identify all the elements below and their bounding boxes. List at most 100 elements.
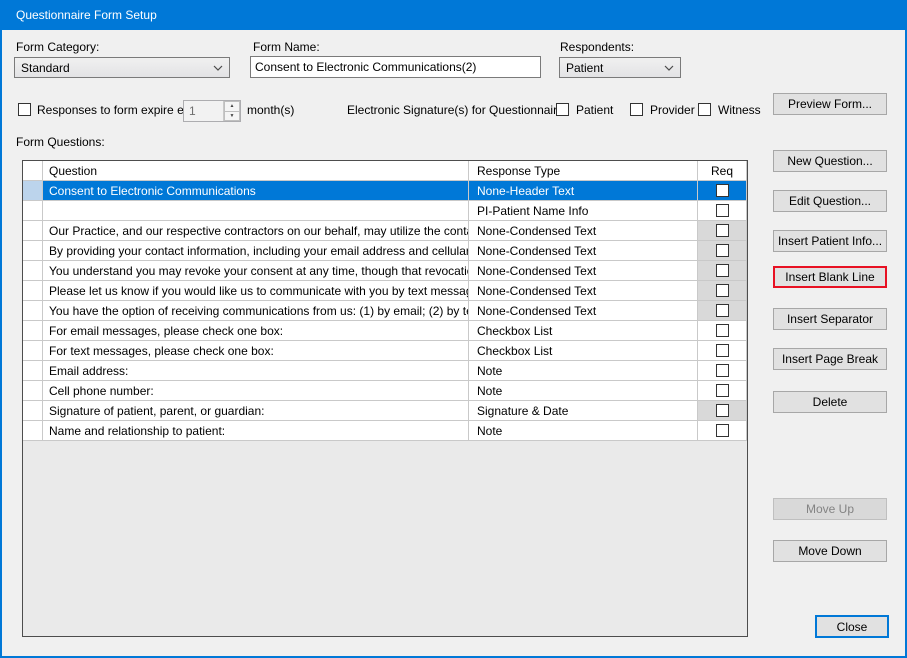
- question-row[interactable]: For text messages, please check one box:…: [23, 341, 747, 361]
- req-checkbox: [716, 224, 729, 237]
- question-cell[interactable]: Name and relationship to patient:: [43, 421, 469, 441]
- response-type-cell[interactable]: Note: [469, 421, 698, 441]
- question-cell[interactable]: [43, 201, 469, 221]
- row-selector[interactable]: [23, 321, 43, 341]
- row-selector[interactable]: [23, 221, 43, 241]
- esig-patient-checkbox[interactable]: [556, 103, 569, 116]
- row-selector[interactable]: [23, 361, 43, 381]
- chevron-down-icon: [213, 65, 223, 71]
- req-checkbox: [716, 404, 729, 417]
- req-checkbox[interactable]: [716, 344, 729, 357]
- expire-months-stepper[interactable]: 1 ▲ ▼: [183, 100, 241, 122]
- response-type-cell[interactable]: Checkbox List: [469, 341, 698, 361]
- expire-checkbox[interactable]: [18, 103, 31, 116]
- response-type-cell[interactable]: None-Condensed Text: [469, 241, 698, 261]
- question-cell[interactable]: Our Practice, and our respective contrac…: [43, 221, 469, 241]
- question-row[interactable]: Please let us know if you would like us …: [23, 281, 747, 301]
- form-questions-grid[interactable]: Question Response Type Req Consent to El…: [22, 160, 748, 637]
- row-selector[interactable]: [23, 201, 43, 221]
- delete-button[interactable]: Delete: [773, 391, 887, 413]
- row-selector[interactable]: [23, 401, 43, 421]
- response-type-cell[interactable]: Signature & Date: [469, 401, 698, 421]
- req-cell: [698, 261, 747, 281]
- esig-witness-checkbox[interactable]: [698, 103, 711, 116]
- question-cell[interactable]: Email address:: [43, 361, 469, 381]
- preview-form-button[interactable]: Preview Form...: [773, 93, 887, 115]
- question-cell[interactable]: By providing your contact information, i…: [43, 241, 469, 261]
- respondents-select[interactable]: Patient: [559, 57, 681, 78]
- stepper-up-icon[interactable]: ▲: [224, 101, 240, 111]
- esig-provider-checkbox[interactable]: [630, 103, 643, 116]
- question-cell[interactable]: For email messages, please check one box…: [43, 321, 469, 341]
- question-row[interactable]: Cell phone number:Note: [23, 381, 747, 401]
- question-cell[interactable]: For text messages, please check one box:: [43, 341, 469, 361]
- question-row[interactable]: You have the option of receiving communi…: [23, 301, 747, 321]
- row-selector[interactable]: [23, 421, 43, 441]
- req-cell: [698, 181, 747, 201]
- req-checkbox: [716, 264, 729, 277]
- insert-page-break-button[interactable]: Insert Page Break: [773, 348, 887, 370]
- question-row[interactable]: You understand you may revoke your conse…: [23, 261, 747, 281]
- response-type-cell[interactable]: PI-Patient Name Info: [469, 201, 698, 221]
- response-type-cell[interactable]: Checkbox List: [469, 321, 698, 341]
- window-title: Questionnaire Form Setup: [16, 8, 157, 22]
- req-cell: [698, 361, 747, 381]
- move-down-button[interactable]: Move Down: [773, 540, 887, 562]
- req-checkbox[interactable]: [716, 184, 729, 197]
- question-cell[interactable]: Please let us know if you would like us …: [43, 281, 469, 301]
- insert-blank-line-button[interactable]: Insert Blank Line: [773, 266, 887, 288]
- question-row[interactable]: Name and relationship to patient:Note: [23, 421, 747, 441]
- question-cell[interactable]: Signature of patient, parent, or guardia…: [43, 401, 469, 421]
- row-selector[interactable]: [23, 261, 43, 281]
- row-selector[interactable]: [23, 241, 43, 261]
- form-name-value: Consent to Electronic Communications(2): [255, 60, 476, 74]
- row-selector[interactable]: [23, 281, 43, 301]
- row-selector[interactable]: [23, 301, 43, 321]
- question-column-header[interactable]: Question: [43, 161, 469, 181]
- row-selector[interactable]: [23, 381, 43, 401]
- question-row[interactable]: PI-Patient Name Info: [23, 201, 747, 221]
- req-cell: [698, 221, 747, 241]
- esig-label: Electronic Signature(s) for Questionnair…: [347, 103, 567, 117]
- close-button[interactable]: Close: [815, 615, 889, 638]
- req-checkbox[interactable]: [716, 424, 729, 437]
- req-column-header[interactable]: Req: [698, 161, 747, 181]
- req-checkbox[interactable]: [716, 204, 729, 217]
- req-checkbox[interactable]: [716, 324, 729, 337]
- new-question-button[interactable]: New Question...: [773, 150, 887, 172]
- edit-question-button[interactable]: Edit Question...: [773, 190, 887, 212]
- stepper-down-icon[interactable]: ▼: [224, 111, 240, 122]
- title-bar[interactable]: Questionnaire Form Setup: [0, 0, 907, 30]
- response-type-column-header[interactable]: Response Type: [469, 161, 698, 181]
- esig-provider-label: Provider: [650, 103, 695, 117]
- req-cell: [698, 381, 747, 401]
- question-row[interactable]: Signature of patient, parent, or guardia…: [23, 401, 747, 421]
- question-row[interactable]: For email messages, please check one box…: [23, 321, 747, 341]
- question-cell[interactable]: You understand you may revoke your conse…: [43, 261, 469, 281]
- response-type-cell[interactable]: None-Condensed Text: [469, 301, 698, 321]
- question-row[interactable]: Consent to Electronic CommunicationsNone…: [23, 181, 747, 201]
- respondents-label: Respondents:: [560, 40, 634, 54]
- req-checkbox[interactable]: [716, 384, 729, 397]
- response-type-cell[interactable]: None-Condensed Text: [469, 261, 698, 281]
- response-type-cell[interactable]: Note: [469, 381, 698, 401]
- response-type-cell[interactable]: Note: [469, 361, 698, 381]
- question-cell[interactable]: You have the option of receiving communi…: [43, 301, 469, 321]
- question-row[interactable]: By providing your contact information, i…: [23, 241, 747, 261]
- question-cell[interactable]: Consent to Electronic Communications: [43, 181, 469, 201]
- req-checkbox[interactable]: [716, 364, 729, 377]
- response-type-cell[interactable]: None-Condensed Text: [469, 221, 698, 241]
- question-row[interactable]: Our Practice, and our respective contrac…: [23, 221, 747, 241]
- question-cell[interactable]: Cell phone number:: [43, 381, 469, 401]
- row-selector[interactable]: [23, 181, 43, 201]
- question-row[interactable]: Email address:Note: [23, 361, 747, 381]
- form-category-select[interactable]: Standard: [14, 57, 230, 78]
- form-name-input[interactable]: Consent to Electronic Communications(2): [250, 56, 541, 78]
- insert-separator-button[interactable]: Insert Separator: [773, 308, 887, 330]
- expire-suffix-label: month(s): [247, 103, 294, 117]
- response-type-cell[interactable]: None-Header Text: [469, 181, 698, 201]
- response-type-cell[interactable]: None-Condensed Text: [469, 281, 698, 301]
- form-questions-label: Form Questions:: [16, 135, 105, 149]
- row-selector[interactable]: [23, 341, 43, 361]
- insert-patient-info-button[interactable]: Insert Patient Info...: [773, 230, 887, 252]
